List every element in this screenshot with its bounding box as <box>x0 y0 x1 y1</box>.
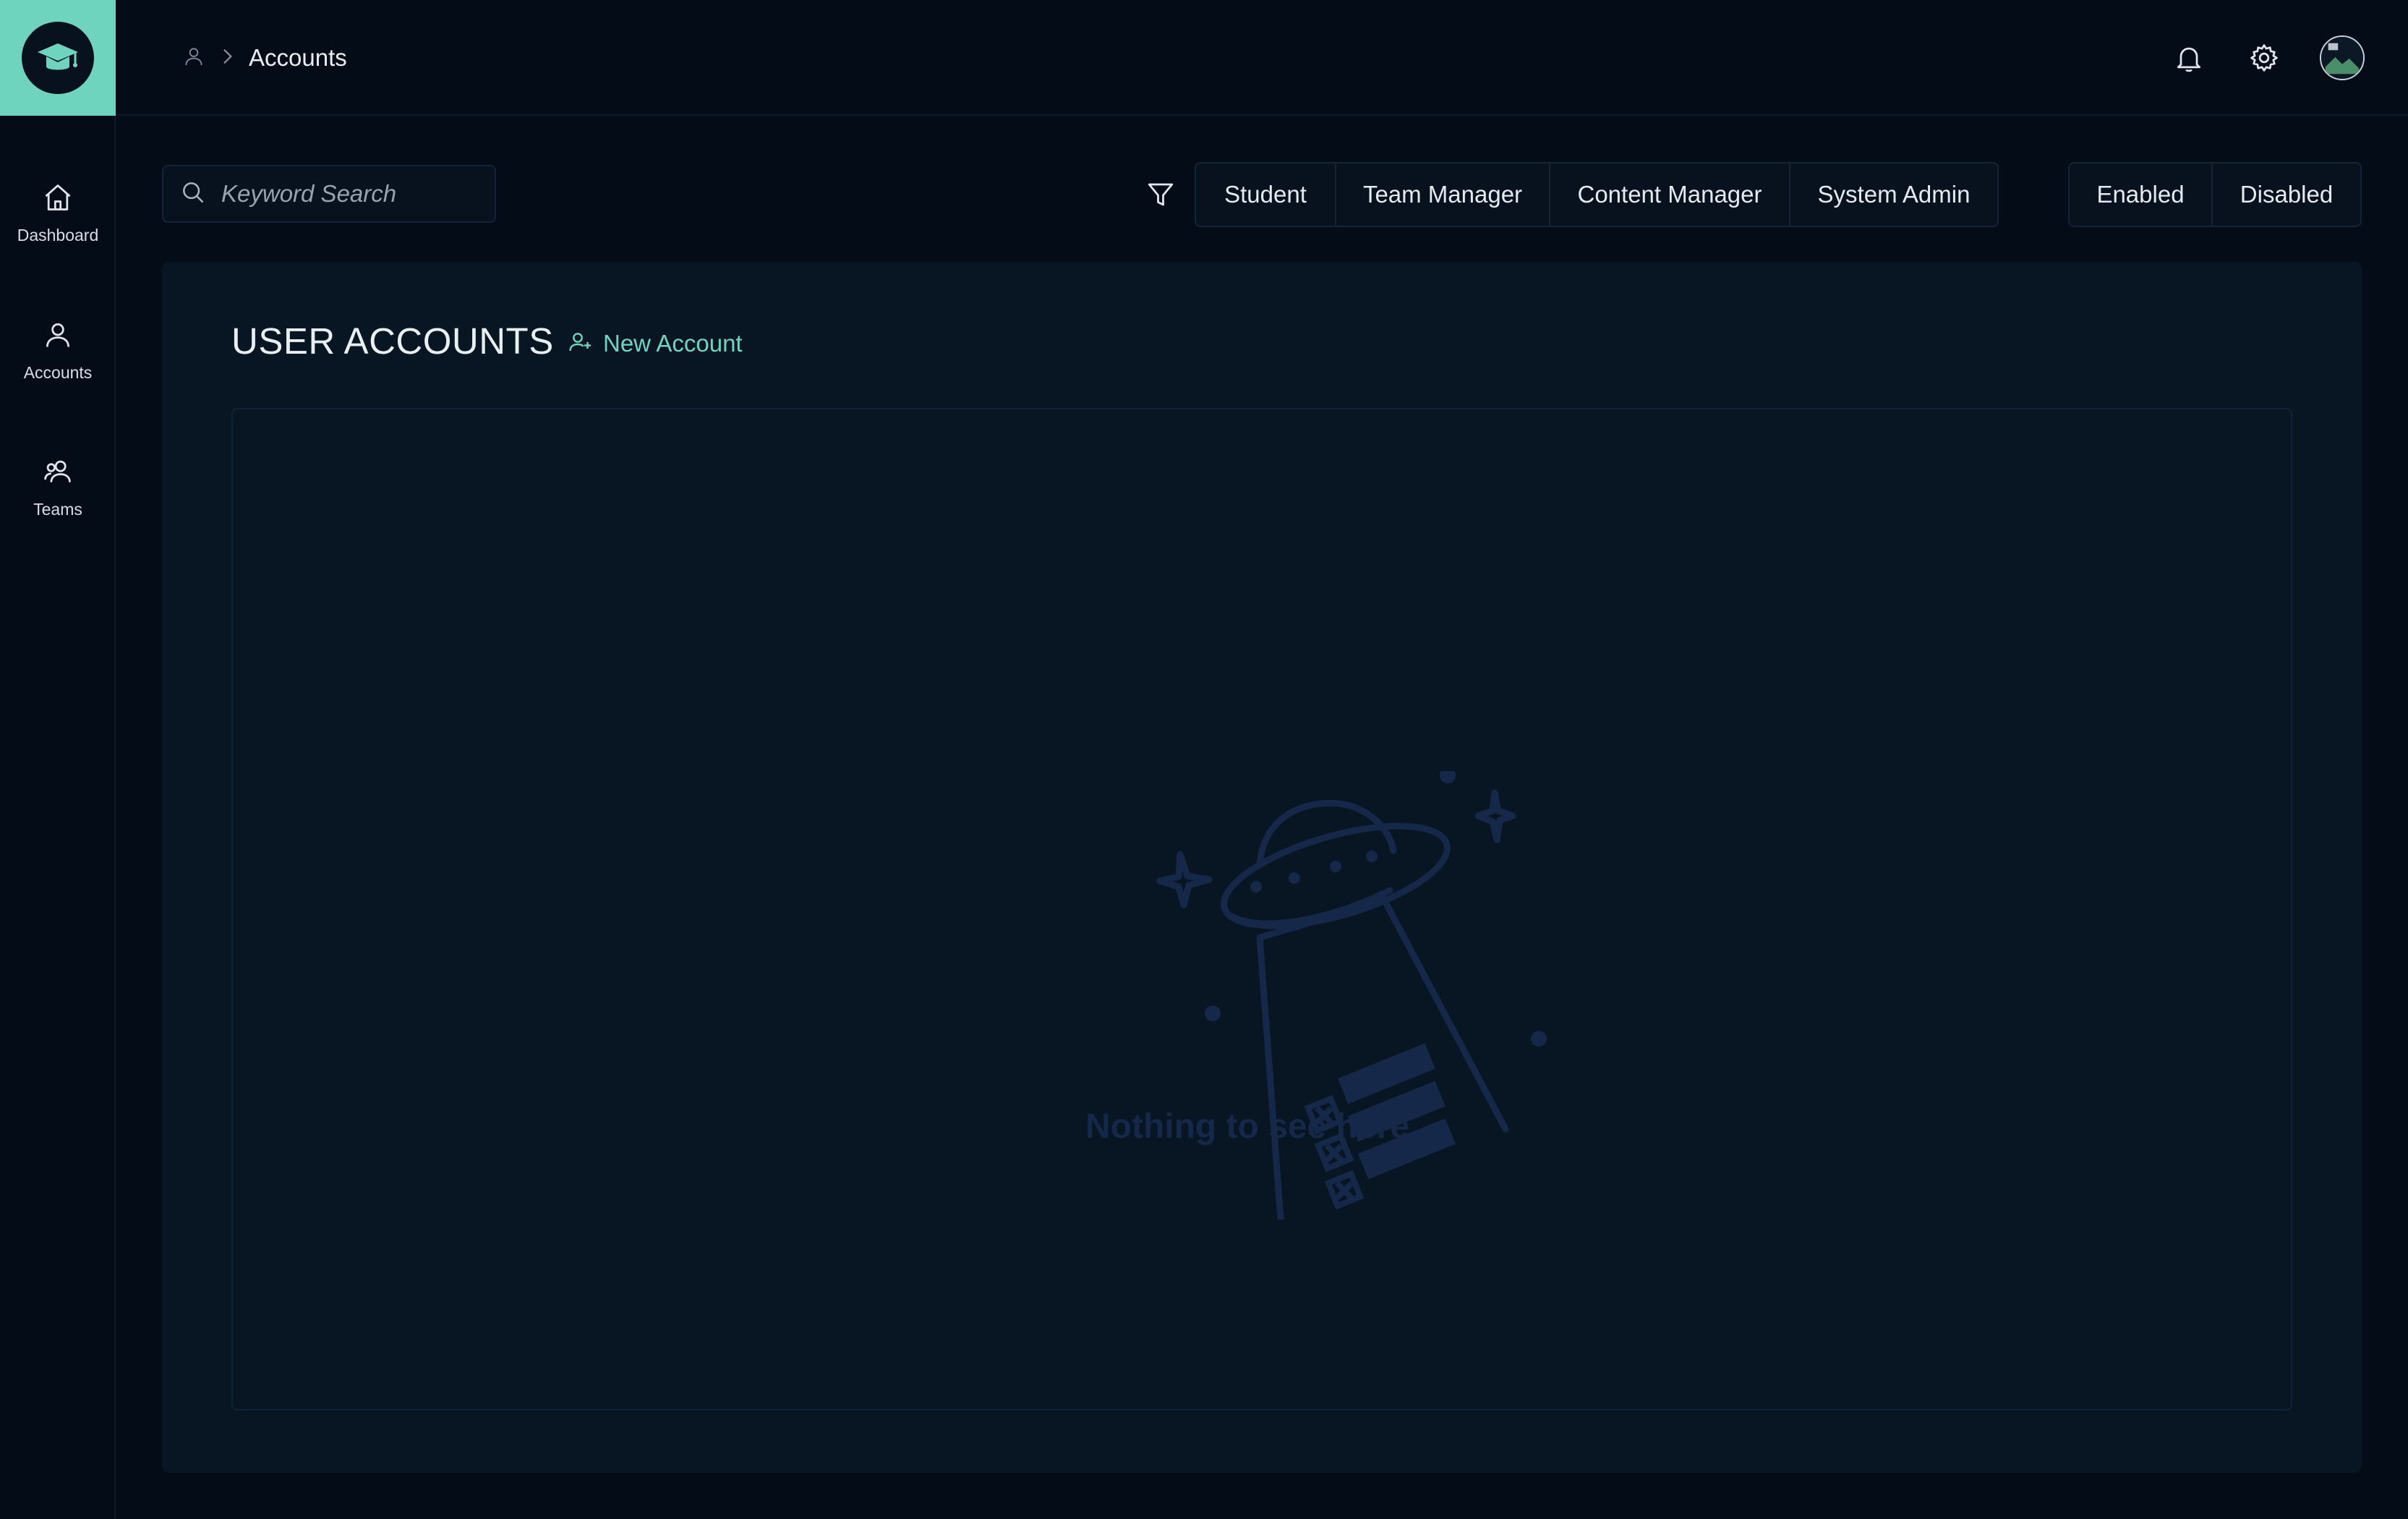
header-actions <box>2169 29 2365 87</box>
filter-student-button[interactable]: Student <box>1196 163 1336 226</box>
filter-enabled-button[interactable]: Enabled <box>2070 163 2213 226</box>
keyword-search[interactable] <box>162 165 496 223</box>
role-filter-group: Student Team Manager Content Manager Sys… <box>1195 162 1999 227</box>
search-icon <box>179 179 207 210</box>
empty-state-message: Nothing to see here... <box>1085 1107 1439 1146</box>
breadcrumb: Accounts <box>182 39 347 77</box>
graduation-cap-logo-icon <box>22 22 94 94</box>
app-logo[interactable] <box>0 0 116 116</box>
ufo-illustration-icon <box>1156 771 1547 1220</box>
sidebar-item-teams[interactable]: Teams <box>0 441 116 535</box>
filter-content-manager-button[interactable]: Content Manager <box>1550 163 1790 226</box>
sidebar-item-label: Accounts <box>23 363 93 382</box>
filter-team-manager-button[interactable]: Team Manager <box>1336 163 1550 226</box>
sidebar-item-dashboard[interactable]: Dashboard <box>0 166 116 260</box>
users-icon <box>42 456 74 491</box>
user-icon <box>42 319 74 354</box>
chevron-right-icon <box>218 45 236 72</box>
search-input[interactable] <box>220 179 480 208</box>
avatar[interactable] <box>2320 35 2365 80</box>
user-icon[interactable] <box>182 45 205 72</box>
filter-system-admin-button[interactable]: System Admin <box>1790 163 1997 226</box>
bell-icon[interactable] <box>2169 38 2208 77</box>
new-account-label: New Account <box>603 330 743 357</box>
user-accounts-panel: USER ACCOUNTS New Account Nothing to see… <box>162 262 2362 1473</box>
top-bar: Accounts <box>116 0 2408 116</box>
sidebar-item-accounts[interactable]: Accounts <box>0 304 116 398</box>
new-account-button[interactable]: New Account <box>567 327 743 360</box>
sidebar-item-label: Teams <box>33 500 82 519</box>
sidebar: Dashboard Accounts Teams <box>0 116 116 1519</box>
gear-icon[interactable] <box>2245 38 2284 77</box>
empty-state-container: Nothing to see here... <box>231 408 2292 1410</box>
status-filter-group: Enabled Disabled <box>2068 162 2362 227</box>
filter-icon[interactable] <box>1145 179 1176 210</box>
breadcrumb-current: Accounts <box>249 44 347 71</box>
user-plus-icon <box>567 329 593 359</box>
page-title: USER ACCOUNTS <box>231 320 554 362</box>
filter-disabled-button[interactable]: Disabled <box>2213 163 2360 226</box>
sidebar-item-label: Dashboard <box>17 226 99 244</box>
home-icon <box>42 182 74 217</box>
